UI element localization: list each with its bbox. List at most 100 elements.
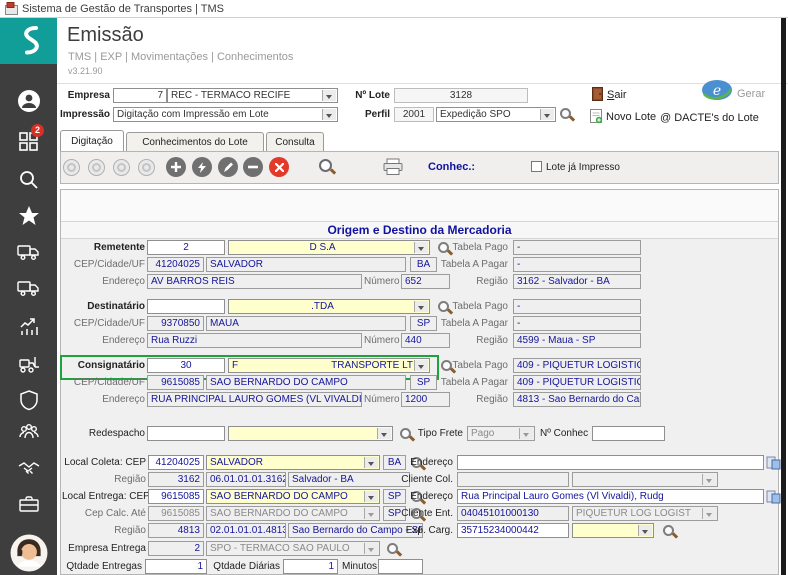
coleta-regiao-code-field: 3162 [148, 472, 204, 487]
quick-action-bolt-button[interactable] [192, 157, 212, 177]
redespacho-label: Redespacho [62, 428, 145, 439]
coleta-cidade-combo[interactable]: SALVADOR [206, 455, 380, 470]
exit-door-icon[interactable] [592, 87, 603, 106]
chevron-down-icon[interactable] [322, 109, 336, 120]
tab-digitacao[interactable]: Digitação [60, 130, 124, 151]
impressao-combo[interactable]: Digitação com Impressão em Lote [113, 107, 338, 122]
exp-carg-field[interactable]: 35715234000442 [457, 523, 569, 538]
cliente-ent-combo[interactable]: PIQUETUR LOG LOGIST [572, 506, 718, 521]
tab-consulta[interactable]: Consulta [266, 132, 324, 151]
window-right-border [781, 18, 786, 575]
window-title: Sistema de Gestão de Transportes | TMS [22, 3, 224, 15]
empresa-combo[interactable]: REC - TERMACO RECIFE [167, 88, 338, 103]
cliente-col-combo[interactable] [572, 472, 718, 487]
perfil-combo[interactable]: Expedição SPO [436, 107, 556, 122]
favorites-star-icon[interactable] [17, 204, 41, 228]
coleta-endereco-field[interactable] [457, 455, 764, 470]
app-logo[interactable] [0, 18, 57, 64]
sair-button[interactable]: Sair [607, 89, 627, 101]
entrega-cep-field[interactable]: 9615085 [148, 489, 204, 504]
redespacho-search-icon[interactable] [399, 427, 414, 442]
chevron-down-icon [364, 543, 378, 554]
regiao-label: Região [420, 276, 508, 287]
prev-record-button[interactable] [88, 159, 105, 176]
forklift-icon[interactable] [17, 352, 41, 376]
perfil-combo-value: Expedição SPO [440, 109, 511, 120]
consignatario-tabela-a-pagar-field: 409 - PIQUETUR LOGISTICA [513, 375, 641, 390]
support-agent-avatar[interactable] [10, 534, 48, 575]
truck-outbound-icon[interactable] [17, 240, 41, 264]
search-icon[interactable] [17, 168, 41, 192]
coleta-address-detail-icon[interactable] [766, 456, 781, 470]
handshake-icon[interactable] [17, 456, 41, 480]
add-record-button[interactable] [166, 157, 186, 177]
endereco-label: Endereço [62, 335, 145, 346]
empresa-label: Empresa [60, 90, 110, 101]
chevron-down-icon[interactable] [377, 428, 391, 439]
exp-carg-search-icon[interactable] [662, 524, 677, 539]
cte-logo-icon[interactable]: e [700, 78, 734, 107]
remetente-code-field[interactable]: 2 [147, 240, 225, 255]
header-divider [57, 83, 788, 84]
conhec-label: Conhec.: [428, 161, 475, 173]
minutos-field[interactable] [378, 559, 423, 574]
shield-icon[interactable] [17, 388, 41, 412]
local-entrega-label: Local Entrega: CEP [62, 491, 146, 502]
cep-calc-cidade-combo[interactable]: SAO BERNARDO DO CAMPO [206, 506, 380, 521]
empresa-code-field[interactable]: 7 [113, 88, 167, 103]
entrega-cidade-combo[interactable]: SAO BERNARDO DO CAMPO [206, 489, 380, 504]
entrega-cidade-value: SAO BERNARDO DO CAMPO [210, 491, 348, 502]
chevron-down-icon[interactable] [364, 491, 378, 502]
redespacho-code-field[interactable] [147, 426, 225, 441]
consignatario-combo-value-left: F [232, 359, 238, 372]
perfil-search-icon[interactable] [559, 107, 574, 122]
qtdade-diarias-field[interactable]: 1 [283, 559, 338, 574]
cliente-col-code-field [457, 472, 569, 487]
destinatario-code-field[interactable] [147, 299, 225, 314]
novo-lote-button[interactable]: Novo Lote [606, 111, 656, 123]
printer-icon[interactable] [383, 158, 403, 181]
entrega-endereco-label: Endereço [398, 491, 453, 502]
qtdade-entregas-field[interactable]: 1 [145, 559, 207, 574]
edit-record-button[interactable] [218, 157, 238, 177]
first-record-button[interactable] [63, 159, 80, 176]
chevron-down-icon[interactable] [322, 90, 336, 101]
entrega-endereco-field[interactable]: Rua Principal Lauro Gomes (Vl Vivaldi), … [457, 489, 764, 504]
remetente-cep-field: 41204025 [147, 257, 204, 272]
new-document-icon[interactable] [590, 109, 603, 129]
exp-carg-label: Exp. Carg. [398, 525, 453, 536]
chevron-down-icon[interactable] [364, 457, 378, 468]
consignatario-combo[interactable]: FTRANSPORTE LT [228, 358, 430, 373]
destinatario-label: Destinatário [62, 301, 145, 312]
version-label: v3.21.90 [68, 66, 103, 76]
chevron-down-icon[interactable] [540, 109, 554, 120]
consignatario-code-field[interactable]: 30 [147, 358, 225, 373]
redespacho-combo[interactable] [228, 426, 393, 441]
statistics-chart-icon[interactable] [17, 314, 41, 338]
dacte-lote-button[interactable]: @ DACTE's do Lote [660, 112, 759, 124]
destinatario-combo[interactable]: .TDA [228, 299, 430, 314]
cancel-button[interactable] [269, 157, 289, 177]
empresa-entrega-combo[interactable]: SPO - TERMACO SAO PAULO [206, 541, 380, 556]
tipo-frete-combo[interactable]: Pago [467, 426, 535, 441]
remetente-combo[interactable]: D S.A [228, 240, 430, 255]
gerar-button[interactable]: Gerar [737, 88, 765, 100]
empresa-entrega-search-icon[interactable] [386, 542, 401, 557]
numero-label: Número [364, 335, 398, 346]
exp-carg-combo[interactable] [572, 523, 654, 538]
remove-record-button[interactable] [243, 157, 263, 177]
team-people-icon[interactable] [17, 420, 41, 444]
coleta-cep-field[interactable]: 41204025 [148, 455, 204, 470]
truck-inbound-icon[interactable] [17, 276, 41, 300]
tabela-pago-label: Tabela Pago [420, 360, 508, 371]
user-profile-icon[interactable] [17, 89, 41, 113]
entrega-address-detail-icon[interactable] [766, 490, 781, 504]
n-conhec-field[interactable] [592, 426, 665, 441]
toolbar-search-icon[interactable] [318, 158, 335, 175]
last-record-button[interactable] [138, 159, 155, 176]
tab-conhecimentos-do-lote[interactable]: Conhecimentos do Lote [126, 132, 264, 151]
chevron-down-icon[interactable] [638, 525, 652, 536]
briefcase-icon[interactable] [17, 492, 41, 516]
lote-impresso-checkbox[interactable] [531, 161, 542, 172]
next-record-button[interactable] [113, 159, 130, 176]
